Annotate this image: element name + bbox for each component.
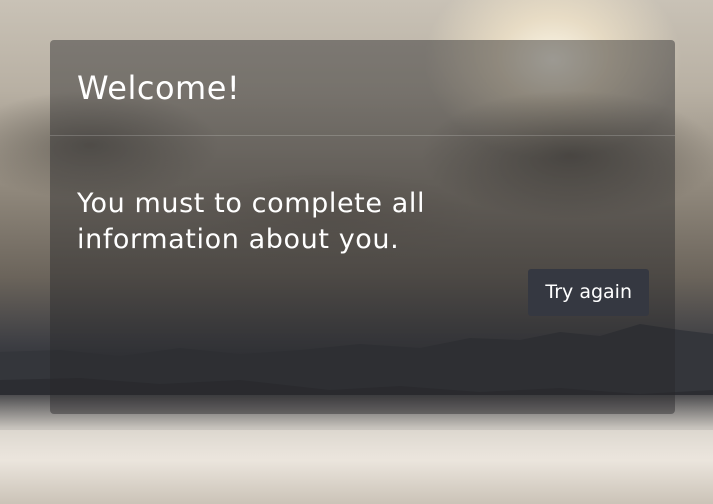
- modal-header: Welcome!: [50, 40, 675, 136]
- welcome-modal: Welcome! You must to complete all inform…: [50, 40, 675, 414]
- modal-body: You must to complete all information abo…: [50, 136, 675, 258]
- background-landscape: Welcome! You must to complete all inform…: [0, 0, 713, 504]
- modal-message: You must to complete all information abo…: [77, 188, 426, 255]
- modal-footer: Try again: [528, 269, 649, 316]
- modal-title: Welcome!: [77, 69, 241, 107]
- try-again-button[interactable]: Try again: [528, 269, 649, 316]
